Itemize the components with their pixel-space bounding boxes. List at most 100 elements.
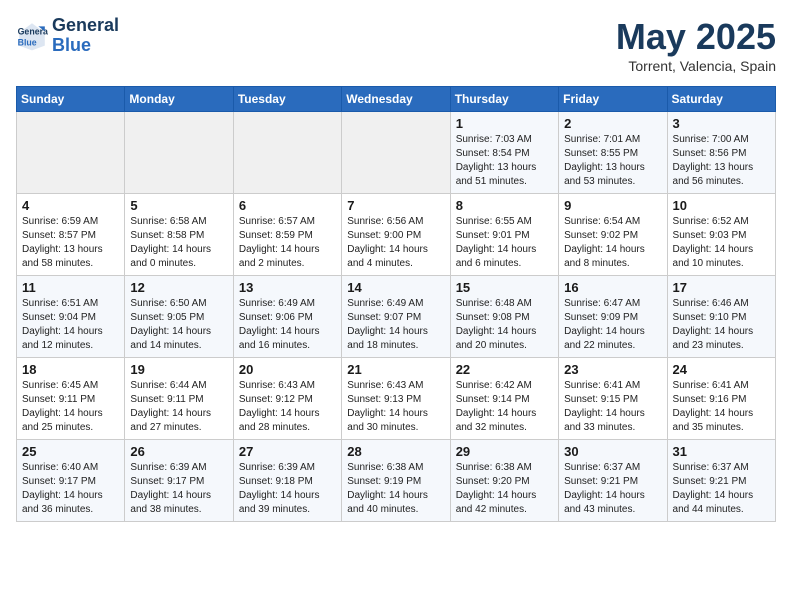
day-of-week-header: Thursday bbox=[450, 87, 558, 112]
calendar-cell: 14 Sunrise: 6:49 AMSunset: 9:07 PMDayligh… bbox=[342, 276, 450, 358]
calendar-cell: 13 Sunrise: 6:49 AMSunset: 9:06 PMDayligh… bbox=[233, 276, 341, 358]
calendar-cell: 29 Sunrise: 6:38 AMSunset: 9:20 PMDayligh… bbox=[450, 440, 558, 522]
calendar-cell: 24 Sunrise: 6:41 AMSunset: 9:16 PMDayligh… bbox=[667, 358, 775, 440]
day-number: 5 bbox=[130, 198, 227, 213]
day-of-week-header: Wednesday bbox=[342, 87, 450, 112]
cell-sun-info: Sunrise: 6:58 AMSunset: 8:58 PMDaylight:… bbox=[130, 215, 227, 271]
calendar-cell: 5 Sunrise: 6:58 AMSunset: 8:58 PMDaylight… bbox=[125, 194, 233, 276]
day-number: 27 bbox=[239, 444, 336, 459]
day-number: 1 bbox=[456, 116, 553, 131]
page-header: General Blue General Blue May 2025 Torre… bbox=[16, 16, 776, 74]
calendar-cell bbox=[233, 112, 341, 194]
day-number: 18 bbox=[22, 362, 119, 377]
calendar-cell: 12Sunrise: 6:50 AMSunset: 9:05 PMDayligh… bbox=[125, 276, 233, 358]
calendar-cell: 22 Sunrise: 6:42 AMSunset: 9:14 PMDayligh… bbox=[450, 358, 558, 440]
day-of-week-header: Sunday bbox=[17, 87, 125, 112]
cell-sun-info: Sunrise: 6:38 AMSunset: 9:19 PMDaylight:… bbox=[347, 461, 444, 517]
calendar-cell: 31 Sunrise: 6:37 AMSunset: 9:21 PMDayligh… bbox=[667, 440, 775, 522]
day-number: 29 bbox=[456, 444, 553, 459]
cell-sun-info: Sunrise: 6:46 AMSunset: 9:10 PMDaylight:… bbox=[673, 297, 770, 353]
day-number: 28 bbox=[347, 444, 444, 459]
cell-sun-info: Sunrise: 6:54 AMSunset: 9:02 PMDaylight:… bbox=[564, 215, 661, 271]
day-number: 31 bbox=[673, 444, 770, 459]
day-number: 22 bbox=[456, 362, 553, 377]
day-number: 19 bbox=[130, 362, 227, 377]
calendar-cell: 23 Sunrise: 6:41 AMSunset: 9:15 PMDayligh… bbox=[559, 358, 667, 440]
day-number: 13 bbox=[239, 280, 336, 295]
calendar-cell bbox=[17, 112, 125, 194]
svg-text:Blue: Blue bbox=[18, 37, 37, 47]
day-number: 20 bbox=[239, 362, 336, 377]
day-number: 24 bbox=[673, 362, 770, 377]
calendar-cell: 15Sunrise: 6:48 AMSunset: 9:08 PMDayligh… bbox=[450, 276, 558, 358]
cell-sun-info: Sunrise: 6:41 AMSunset: 9:16 PMDaylight:… bbox=[673, 379, 770, 435]
calendar-cell: 1 Sunrise: 7:03 AMSunset: 8:54 PMDaylight… bbox=[450, 112, 558, 194]
cell-sun-info: Sunrise: 7:03 AMSunset: 8:54 PMDaylight:… bbox=[456, 133, 553, 189]
day-number: 16 bbox=[564, 280, 661, 295]
logo: General Blue General Blue bbox=[16, 16, 119, 56]
cell-sun-info: Sunrise: 6:37 AMSunset: 9:21 PMDaylight:… bbox=[564, 461, 661, 517]
day-number: 26 bbox=[130, 444, 227, 459]
cell-sun-info: Sunrise: 6:43 AMSunset: 9:12 PMDaylight:… bbox=[239, 379, 336, 435]
day-number: 9 bbox=[564, 198, 661, 213]
day-of-week-header: Saturday bbox=[667, 87, 775, 112]
day-number: 8 bbox=[456, 198, 553, 213]
cell-sun-info: Sunrise: 6:57 AMSunset: 8:59 PMDaylight:… bbox=[239, 215, 336, 271]
calendar-cell: 7 Sunrise: 6:56 AMSunset: 9:00 PMDaylight… bbox=[342, 194, 450, 276]
day-number: 12 bbox=[130, 280, 227, 295]
cell-sun-info: Sunrise: 6:49 AMSunset: 9:07 PMDaylight:… bbox=[347, 297, 444, 353]
day-number: 3 bbox=[673, 116, 770, 131]
cell-sun-info: Sunrise: 6:52 AMSunset: 9:03 PMDaylight:… bbox=[673, 215, 770, 271]
calendar-cell: 26 Sunrise: 6:39 AMSunset: 9:17 PMDayligh… bbox=[125, 440, 233, 522]
cell-sun-info: Sunrise: 6:40 AMSunset: 9:17 PMDaylight:… bbox=[22, 461, 119, 517]
logo-icon: General Blue bbox=[16, 20, 48, 52]
calendar-cell: 16 Sunrise: 6:47 AMSunset: 9:09 PMDayligh… bbox=[559, 276, 667, 358]
day-number: 10 bbox=[673, 198, 770, 213]
cell-sun-info: Sunrise: 6:39 AMSunset: 9:17 PMDaylight:… bbox=[130, 461, 227, 517]
location: Torrent, Valencia, Spain bbox=[616, 58, 776, 74]
cell-sun-info: Sunrise: 6:43 AMSunset: 9:13 PMDaylight:… bbox=[347, 379, 444, 435]
day-number: 14 bbox=[347, 280, 444, 295]
cell-sun-info: Sunrise: 6:47 AMSunset: 9:09 PMDaylight:… bbox=[564, 297, 661, 353]
calendar-cell: 2 Sunrise: 7:01 AMSunset: 8:55 PMDaylight… bbox=[559, 112, 667, 194]
calendar-cell bbox=[125, 112, 233, 194]
cell-sun-info: Sunrise: 6:41 AMSunset: 9:15 PMDaylight:… bbox=[564, 379, 661, 435]
calendar-cell: 9 Sunrise: 6:54 AMSunset: 9:02 PMDaylight… bbox=[559, 194, 667, 276]
calendar-cell: 8Sunrise: 6:55 AMSunset: 9:01 PMDaylight… bbox=[450, 194, 558, 276]
cell-sun-info: Sunrise: 6:39 AMSunset: 9:18 PMDaylight:… bbox=[239, 461, 336, 517]
day-number: 6 bbox=[239, 198, 336, 213]
cell-sun-info: Sunrise: 7:00 AMSunset: 8:56 PMDaylight:… bbox=[673, 133, 770, 189]
calendar-cell: 30 Sunrise: 6:37 AMSunset: 9:21 PMDayligh… bbox=[559, 440, 667, 522]
cell-sun-info: Sunrise: 7:01 AMSunset: 8:55 PMDaylight:… bbox=[564, 133, 661, 189]
calendar-cell: 10 Sunrise: 6:52 AMSunset: 9:03 PMDayligh… bbox=[667, 194, 775, 276]
cell-sun-info: Sunrise: 6:45 AMSunset: 9:11 PMDaylight:… bbox=[22, 379, 119, 435]
calendar-cell: 6 Sunrise: 6:57 AMSunset: 8:59 PMDaylight… bbox=[233, 194, 341, 276]
calendar-cell: 19Sunrise: 6:44 AMSunset: 9:11 PMDayligh… bbox=[125, 358, 233, 440]
day-of-week-header: Monday bbox=[125, 87, 233, 112]
cell-sun-info: Sunrise: 6:59 AMSunset: 8:57 PMDaylight:… bbox=[22, 215, 119, 271]
day-number: 21 bbox=[347, 362, 444, 377]
calendar-cell: 20 Sunrise: 6:43 AMSunset: 9:12 PMDayligh… bbox=[233, 358, 341, 440]
cell-sun-info: Sunrise: 6:49 AMSunset: 9:06 PMDaylight:… bbox=[239, 297, 336, 353]
calendar-cell: 28 Sunrise: 6:38 AMSunset: 9:19 PMDayligh… bbox=[342, 440, 450, 522]
day-number: 15 bbox=[456, 280, 553, 295]
title-area: May 2025 Torrent, Valencia, Spain bbox=[616, 16, 776, 74]
cell-sun-info: Sunrise: 6:56 AMSunset: 9:00 PMDaylight:… bbox=[347, 215, 444, 271]
cell-sun-info: Sunrise: 6:42 AMSunset: 9:14 PMDaylight:… bbox=[456, 379, 553, 435]
day-number: 23 bbox=[564, 362, 661, 377]
calendar-cell: 17 Sunrise: 6:46 AMSunset: 9:10 PMDayligh… bbox=[667, 276, 775, 358]
calendar-cell: 27 Sunrise: 6:39 AMSunset: 9:18 PMDayligh… bbox=[233, 440, 341, 522]
day-number: 2 bbox=[564, 116, 661, 131]
day-number: 17 bbox=[673, 280, 770, 295]
cell-sun-info: Sunrise: 6:38 AMSunset: 9:20 PMDaylight:… bbox=[456, 461, 553, 517]
calendar-cell: 21 Sunrise: 6:43 AMSunset: 9:13 PMDayligh… bbox=[342, 358, 450, 440]
month-year: May 2025 bbox=[616, 16, 776, 58]
day-number: 7 bbox=[347, 198, 444, 213]
calendar-table: SundayMondayTuesdayWednesdayThursdayFrid… bbox=[16, 86, 776, 522]
calendar-cell: 3 Sunrise: 7:00 AMSunset: 8:56 PMDaylight… bbox=[667, 112, 775, 194]
day-number: 30 bbox=[564, 444, 661, 459]
cell-sun-info: Sunrise: 6:51 AMSunset: 9:04 PMDaylight:… bbox=[22, 297, 119, 353]
day-number: 4 bbox=[22, 198, 119, 213]
calendar-cell: 18 Sunrise: 6:45 AMSunset: 9:11 PMDayligh… bbox=[17, 358, 125, 440]
cell-sun-info: Sunrise: 6:37 AMSunset: 9:21 PMDaylight:… bbox=[673, 461, 770, 517]
